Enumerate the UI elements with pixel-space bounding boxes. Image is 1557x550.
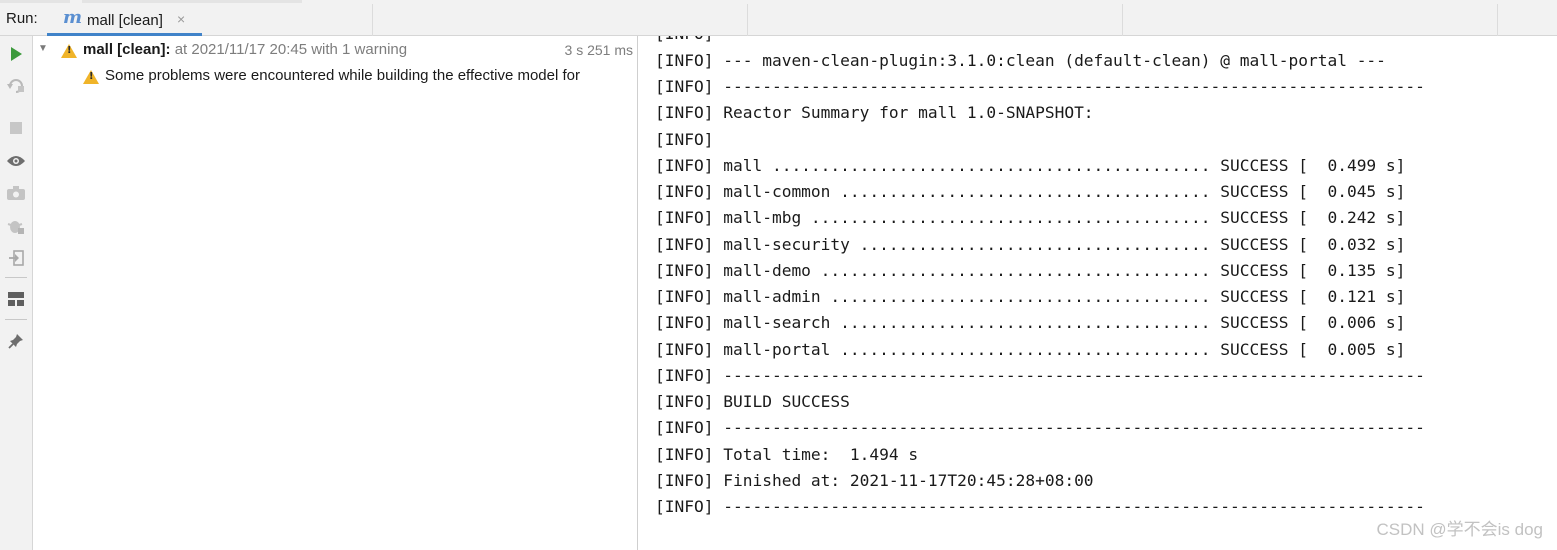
layout-icon[interactable] xyxy=(5,289,27,309)
console-line: [INFO] ---------------------------------… xyxy=(655,77,1425,96)
maven-icon: m xyxy=(63,7,83,28)
tab-label: mall [clean] xyxy=(87,12,163,29)
watermark: CSDN @学不会is dog xyxy=(1376,520,1543,539)
console-line: [INFO] mall-common .....................… xyxy=(655,182,1406,201)
camera-icon[interactable] xyxy=(5,183,27,203)
warning-icon xyxy=(61,44,77,61)
import-icon[interactable] xyxy=(5,248,27,268)
console-line: [INFO] mall ............................… xyxy=(655,156,1406,175)
run-toolwindow-header: Run: m mall [clean] × xyxy=(0,0,1557,36)
header-separator xyxy=(747,4,748,36)
console-line: [INFO] mall-admin ......................… xyxy=(655,287,1406,306)
console-output[interactable]: [INFO] [INFO] --- maven-clean-plugin:3.1… xyxy=(638,36,1557,550)
toolbar-separator xyxy=(5,277,27,278)
console-line: [INFO] mall-mbg ........................… xyxy=(655,208,1406,227)
build-duration: 3 s 251 ms xyxy=(564,42,633,58)
console-line: [INFO] ---------------------------------… xyxy=(655,497,1425,516)
console-line: [INFO] xyxy=(655,130,714,149)
console-line: [INFO] Reactor Summary for mall 1.0-SNAP… xyxy=(655,103,1094,122)
build-meta: at 2021/11/17 20:45 with 1 warning xyxy=(170,41,408,58)
console-line: [INFO] --- maven-clean-plugin:3.1.0:clea… xyxy=(655,51,1386,70)
pin-icon[interactable] xyxy=(5,331,27,351)
tab-mall-clean[interactable]: m mall [clean] × xyxy=(47,4,202,36)
build-title: mall [clean]: xyxy=(83,41,171,58)
play-icon[interactable] xyxy=(5,44,27,64)
console-line: [INFO] Total time: 1.494 s xyxy=(655,445,919,464)
tree-child-row[interactable]: Some problems were encountered while bui… xyxy=(33,64,637,90)
build-tree: ▼ mall [clean]: at 2021/11/17 20:45 with… xyxy=(33,36,637,550)
top-strip xyxy=(82,0,302,3)
console-line: [INFO] BUILD SUCCESS xyxy=(655,392,850,411)
header-separator xyxy=(372,4,373,36)
close-icon[interactable]: × xyxy=(177,11,185,27)
toolbar-separator xyxy=(5,319,27,320)
run-label: Run: xyxy=(6,10,38,27)
top-strip xyxy=(0,0,70,3)
console-line: [INFO] Finished at: 2021-11-17T20:45:28+… xyxy=(655,471,1094,490)
console-line: [INFO] ---------------------------------… xyxy=(655,418,1425,437)
stop-icon[interactable] xyxy=(5,118,27,138)
chevron-down-icon[interactable]: ▼ xyxy=(38,43,48,54)
console-line: [INFO] xyxy=(655,36,713,44)
console-line: [INFO] mall-security ...................… xyxy=(655,235,1406,254)
header-separator xyxy=(1497,4,1498,36)
rerun-icon[interactable] xyxy=(5,76,27,96)
warning-message: Some problems were encountered while bui… xyxy=(105,67,580,84)
tree-root-row[interactable]: ▼ mall [clean]: at 2021/11/17 20:45 with… xyxy=(33,36,637,64)
eye-icon[interactable] xyxy=(5,151,27,171)
header-separator xyxy=(1122,4,1123,36)
run-toolbar xyxy=(0,36,33,550)
console-line: [INFO] mall-search .....................… xyxy=(655,313,1406,332)
warning-icon xyxy=(83,70,99,87)
console-line: [INFO] mall-demo .......................… xyxy=(655,261,1406,280)
console-line: [INFO] mall-portal .....................… xyxy=(655,340,1406,359)
debug-icon[interactable] xyxy=(5,216,27,236)
console-line: [INFO] ---------------------------------… xyxy=(655,366,1425,385)
